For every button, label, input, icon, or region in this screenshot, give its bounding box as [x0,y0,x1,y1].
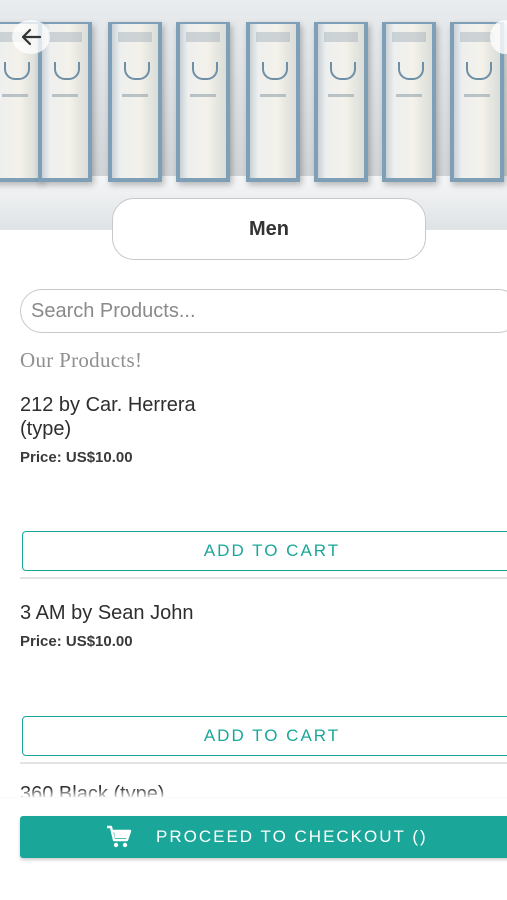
search-input[interactable] [20,289,507,333]
category-title: Men [112,198,426,260]
divider [20,577,507,579]
perfume-box-image [314,22,368,182]
hero-banner-image [0,0,507,230]
product-name: 3 AM by Sean John [20,602,194,624]
product-price: Price: US$10.00 [20,633,133,650]
product-name: 212 by Car. Herrera (type) [20,394,196,440]
add-to-cart-button[interactable]: ADD TO CART [22,716,507,756]
section-title: Our Products! [20,348,143,372]
arrow-left-icon [21,28,42,46]
product-price: Price: US$10.00 [20,449,133,466]
cart-icon [106,825,136,849]
back-button[interactable] [12,20,50,54]
checkout-label: PROCEED TO CHECKOUT () [156,827,428,846]
add-to-cart-button[interactable]: ADD TO CART [22,531,507,571]
product-card: 3 AM by Sean John Price: US$10.00 [20,601,507,650]
checkout-footer: PROCEED TO CHECKOUT () [0,788,507,900]
perfume-box-image [382,22,436,182]
product-card: 212 by Car. Herrera (type) Price: US$10.… [20,393,507,466]
perfume-box-image [246,22,300,182]
product-list-screen: Men Our Products! 212 by Car. Herrera (t… [0,0,507,900]
proceed-to-checkout-button[interactable]: PROCEED TO CHECKOUT () [20,816,507,858]
divider [20,762,507,764]
perfume-box-image [108,22,162,182]
perfume-box-image [176,22,230,182]
